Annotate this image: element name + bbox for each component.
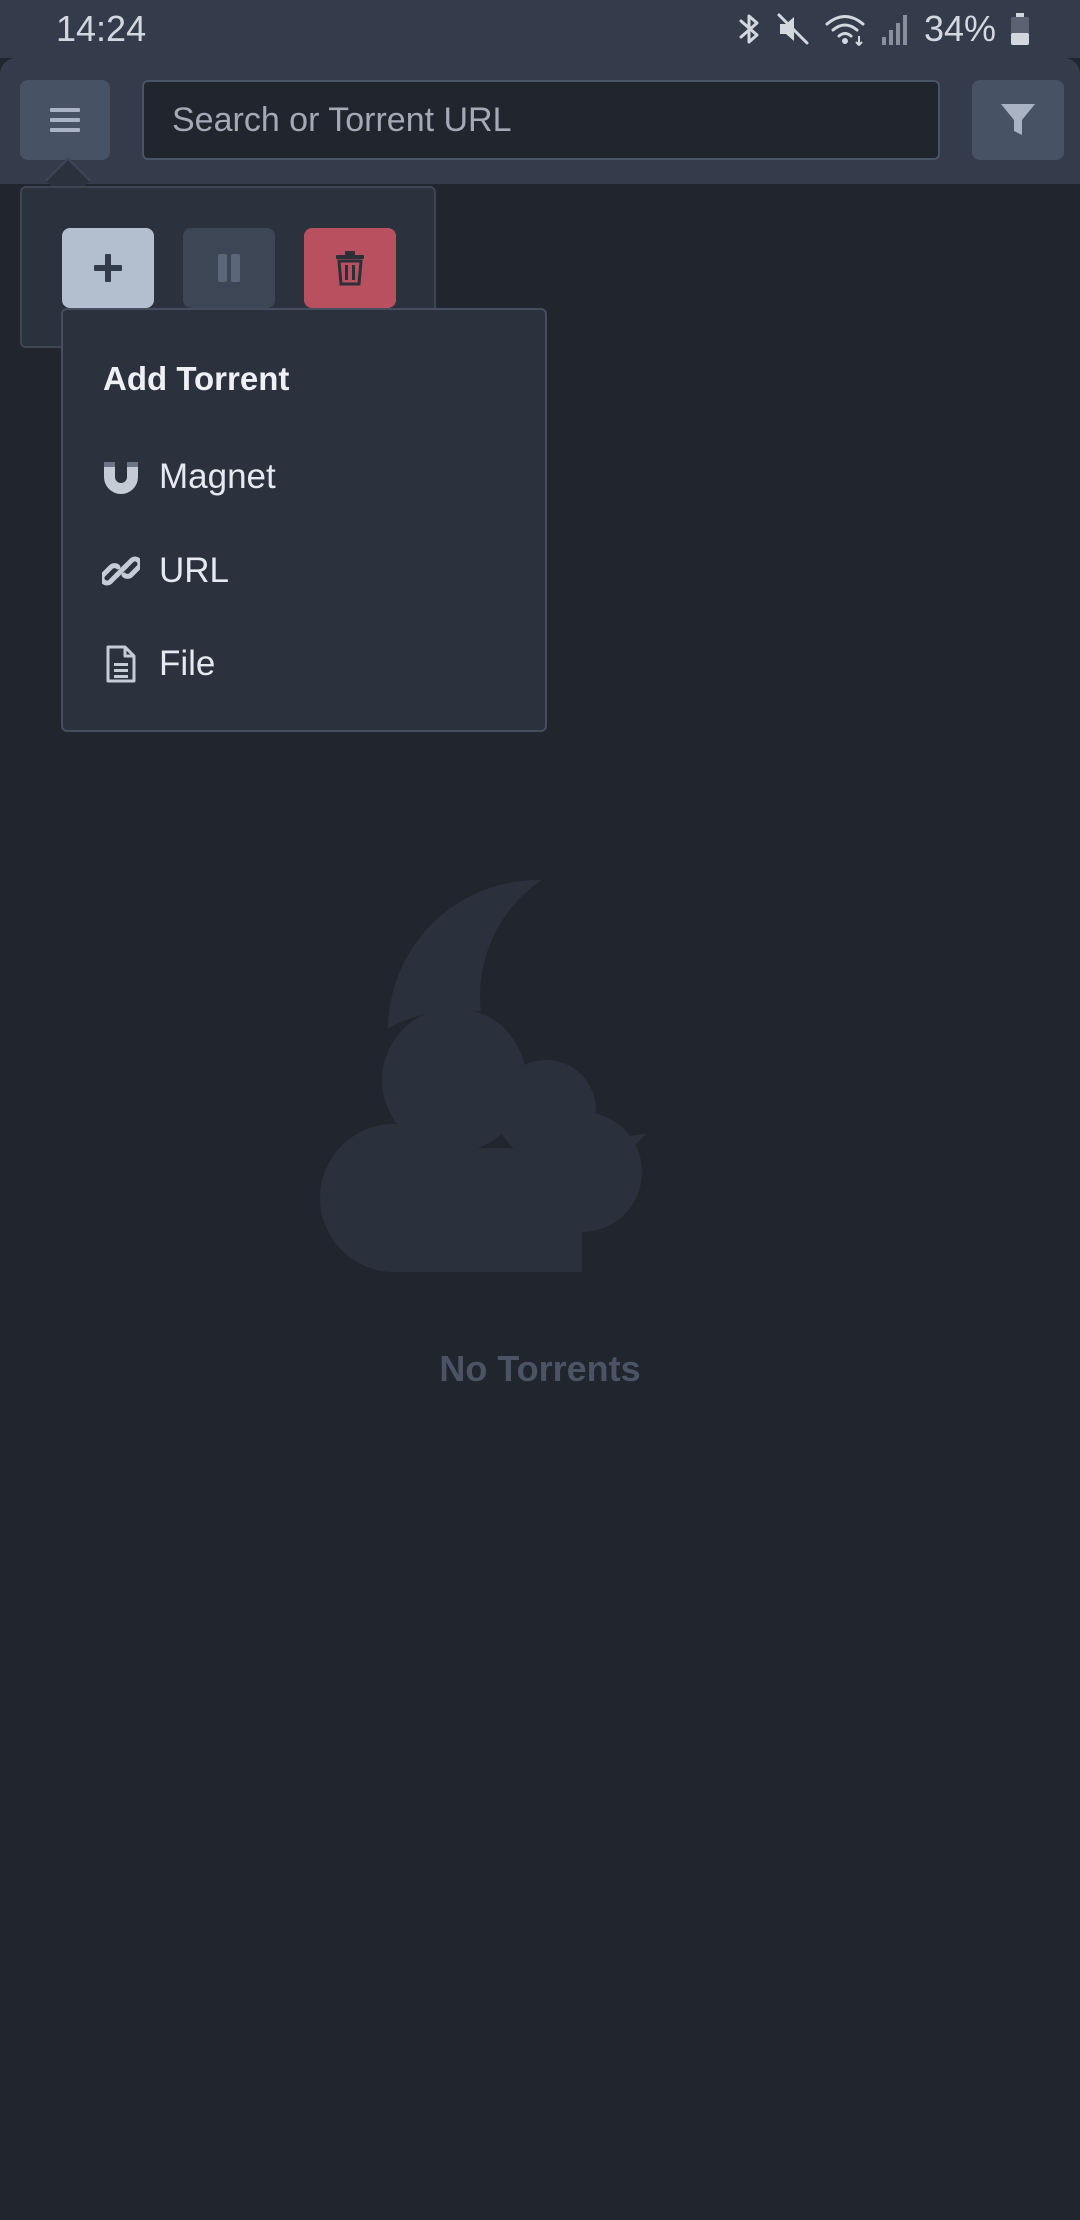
bluetooth-icon bbox=[739, 14, 759, 44]
menu-item-label: URL bbox=[159, 551, 230, 590]
status-icons: 34% bbox=[738, 8, 1030, 50]
menu-item-magnet[interactable]: Magnet bbox=[63, 437, 545, 517]
add-torrent-menu: Add Torrent Magnet URL File bbox=[61, 308, 547, 732]
add-torrent-title: Add Torrent bbox=[103, 360, 290, 397]
status-time: 14:24 bbox=[56, 8, 147, 49]
pause-icon bbox=[218, 254, 240, 282]
filter-button[interactable] bbox=[972, 80, 1064, 160]
battery-text: 34% bbox=[923, 8, 996, 49]
menu-item-file[interactable]: File bbox=[63, 624, 545, 704]
empty-state-text: No Torrents bbox=[439, 1348, 641, 1389]
link-icon bbox=[101, 551, 141, 591]
menu-item-url[interactable]: URL bbox=[63, 531, 545, 611]
magnet-icon bbox=[101, 457, 141, 497]
plus-icon bbox=[94, 254, 122, 282]
file-icon bbox=[101, 644, 141, 684]
wifi-icon bbox=[825, 15, 865, 46]
add-torrent-button[interactable] bbox=[62, 228, 154, 308]
hamburger-icon bbox=[50, 108, 80, 132]
search-input[interactable] bbox=[142, 80, 940, 160]
pause-button[interactable] bbox=[183, 228, 275, 308]
delete-button[interactable] bbox=[304, 228, 396, 308]
filter-icon bbox=[1001, 104, 1035, 135]
battery-icon bbox=[1011, 13, 1029, 45]
top-bar bbox=[0, 58, 1080, 184]
menu-item-label: Magnet bbox=[159, 457, 276, 496]
menu-button[interactable] bbox=[20, 80, 110, 160]
cloud-moon-icon bbox=[320, 880, 766, 1276]
trash-icon bbox=[336, 251, 364, 286]
menu-item-label: File bbox=[159, 644, 216, 683]
signal-icon bbox=[881, 15, 907, 45]
mute-icon bbox=[777, 13, 809, 45]
status-bar: 14:24 34% bbox=[0, 0, 1080, 58]
